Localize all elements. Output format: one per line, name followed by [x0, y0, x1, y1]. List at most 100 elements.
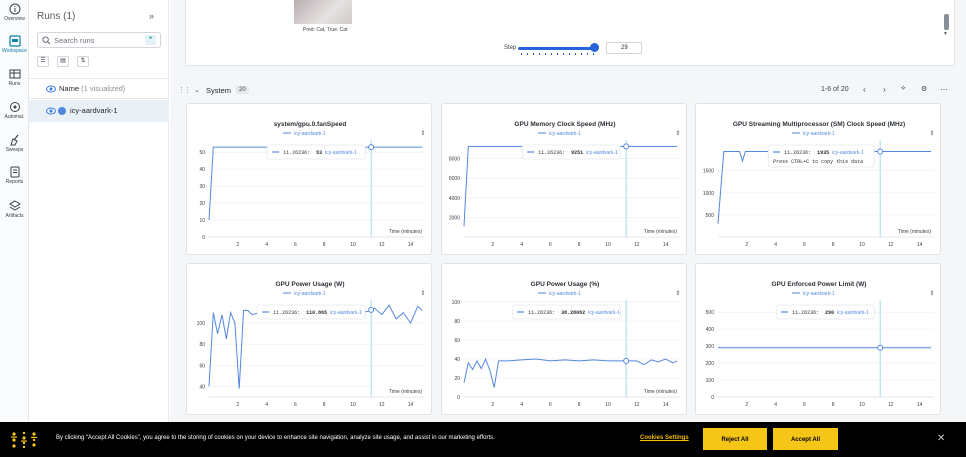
drag-handle-icon[interactable]: ⋮⋮	[178, 86, 191, 94]
sort-button[interactable]: ⇅	[77, 56, 89, 67]
next-page-icon[interactable]: ›	[883, 85, 886, 94]
step-slider[interactable]	[518, 47, 598, 50]
close-icon[interactable]: ✕	[937, 433, 945, 444]
broom-icon	[9, 134, 18, 146]
y-tick-label: 60	[199, 363, 205, 369]
sort-icon: ⇕	[420, 130, 425, 137]
sort-icon: ⇕	[675, 130, 680, 137]
x-tick-label: 2	[236, 402, 239, 408]
search-input[interactable]: Search runs *	[37, 32, 161, 48]
rail-overview-label: Overview	[4, 16, 25, 22]
visualized-count: (1 visualized)	[81, 84, 126, 93]
legend-label: icy-aardvark-1	[803, 291, 835, 297]
tooltip-x: 11.26236:	[538, 150, 565, 156]
rail-automations[interactable]: Automat.	[0, 101, 29, 120]
x-tick-label: 6	[294, 402, 297, 408]
chart-card[interactable]: GPU Power Usage (%) icy-aardvark-1 ⇕ 0 20 40 6…	[441, 263, 687, 415]
sort-icon: ⇕	[420, 290, 425, 297]
rail-artifacts[interactable]: Artifacts	[0, 200, 29, 219]
y-tick-label: 60	[454, 338, 460, 344]
tooltip-run: icy-aardvark-1	[325, 150, 357, 156]
cookies-settings-link[interactable]: Cookies Settings	[640, 435, 689, 441]
add-panel-icon[interactable]: ⟡	[901, 85, 906, 93]
chart-card[interactable]: GPU Enforced Power Limit (W) icy-aardvark…	[695, 263, 941, 415]
chart-svg: system/gpu.0.fanSpeed icy-aardvark-1 ⇕ 0 10 2…	[199, 121, 425, 248]
accept-all-button[interactable]: Accept All	[773, 428, 838, 450]
x-tick-label: 14	[408, 242, 414, 248]
chart-card[interactable]: GPU Memory Clock Speed (MHz) icy-aardvark…	[441, 103, 687, 255]
reject-all-button[interactable]: Reject All	[703, 428, 767, 450]
tooltip-value: 110.865	[306, 310, 327, 316]
runs-table-header: Name (1 visualized)	[29, 78, 169, 99]
rail-sweeps[interactable]: Sweeps	[0, 134, 29, 153]
x-tick-label: 6	[803, 402, 806, 408]
hover-marker	[877, 148, 884, 155]
runs-title: Runs (1)	[37, 11, 76, 22]
x-tick-label: 14	[917, 402, 923, 408]
tooltip-run: icy-aardvark-1	[588, 310, 620, 316]
eye-icon[interactable]	[46, 85, 56, 93]
x-tick-label: 6	[549, 402, 552, 408]
scroll-down-icon[interactable]: ▼	[943, 31, 948, 37]
tooltip-x: 11.26236:	[784, 150, 811, 156]
run-name[interactable]: icy-aardvark-1	[70, 106, 118, 115]
x-tick-label: 6	[294, 242, 297, 248]
y-tick-label: 20	[454, 376, 460, 382]
rail-reports-label: Reports	[5, 179, 24, 185]
y-tick-label: 4000	[449, 196, 460, 202]
y-tick-label: 6000	[449, 176, 460, 182]
rail-runs[interactable]: Runs	[0, 68, 29, 87]
more-icon[interactable]: ⋯	[940, 85, 948, 94]
hover-marker	[368, 144, 375, 151]
chart-card[interactable]: GPU Streaming Multiprocessor (SM) Clock …	[695, 103, 941, 255]
x-tick-label: 12	[888, 402, 894, 408]
media-image[interactable]	[294, 0, 352, 24]
x-axis-label: Time (minutes)	[389, 389, 422, 395]
media-scrollbar[interactable]	[944, 14, 949, 30]
search-icon	[42, 36, 51, 45]
name-column-header[interactable]: Name (1 visualized)	[59, 84, 125, 93]
legend-label: icy-aardvark-1	[294, 291, 326, 297]
report-icon	[10, 166, 19, 178]
chart-svg: GPU Memory Clock Speed (MHz) icy-aardvark…	[449, 121, 681, 248]
search-placeholder: Search runs	[54, 36, 95, 45]
x-tick-label: 8	[578, 402, 581, 408]
media-panel: Pred: Cat, True: Cat Step 29 ▼	[185, 0, 955, 66]
regex-toggle-icon[interactable]: *	[145, 35, 156, 45]
run-color-dot[interactable]	[58, 107, 66, 115]
run-row[interactable]: icy-aardvark-1	[29, 100, 169, 122]
step-input[interactable]: 29	[606, 42, 642, 54]
rail-overview[interactable]: Overview	[0, 3, 29, 22]
y-tick-label: 100	[452, 300, 461, 306]
group-button[interactable]: ▤	[57, 56, 69, 67]
x-axis-label: Time (minutes)	[644, 389, 677, 395]
runs-panel: Runs (1) » Search runs * ☰ ▤ ⇅ Name (1 v…	[29, 0, 169, 425]
filter-icon: ☰	[40, 58, 46, 64]
chart-svg: GPU Streaming Multiprocessor (SM) Clock …	[703, 121, 935, 248]
x-tick-label: 12	[634, 242, 640, 248]
rail-reports[interactable]: Reports	[0, 166, 29, 185]
eye-icon[interactable]	[46, 107, 56, 115]
chart-card[interactable]: GPU Power Usage (W) icy-aardvark-1 ⇕ 40 60 80…	[186, 263, 432, 415]
step-slider-handle[interactable]	[590, 43, 599, 52]
x-tick-label: 4	[265, 402, 268, 408]
x-tick-label: 10	[859, 402, 865, 408]
prev-page-icon[interactable]: ‹	[863, 85, 866, 94]
section-title[interactable]: System	[206, 86, 231, 95]
collapse-panel-icon[interactable]: »	[149, 11, 154, 21]
chevron-down-icon[interactable]: ⌄	[194, 86, 200, 94]
gear-icon[interactable]: ⚙	[921, 85, 927, 93]
chart-title: GPU Enforced Power Limit (W)	[772, 281, 867, 288]
y-tick-label: 40	[199, 167, 205, 173]
info-icon	[9, 3, 20, 15]
filter-button[interactable]: ☰	[37, 56, 49, 67]
tooltip-value: 1935	[817, 150, 829, 156]
chart-card[interactable]: system/gpu.0.fanSpeed icy-aardvark-1 ⇕ 0 10 2…	[186, 103, 432, 255]
step-slider-ticks	[521, 53, 595, 55]
x-tick-label: 4	[774, 242, 777, 248]
sort-icon: ⇅	[80, 58, 86, 64]
rail-workspace[interactable]: Workspace	[0, 35, 29, 54]
x-tick-label: 4	[520, 242, 523, 248]
y-tick-label: 10	[199, 218, 205, 224]
rail-artifacts-label: Artifacts	[5, 213, 24, 219]
